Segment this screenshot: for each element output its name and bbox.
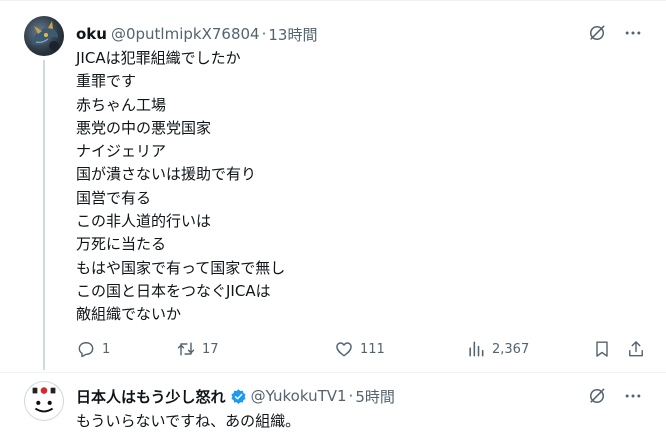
- reply-icon: [78, 342, 94, 358]
- tweet-header: oku @0putlmipkX76804 · 13時間: [76, 24, 317, 44]
- dragon-avatar-image: [32, 21, 59, 51]
- divider: [0, 372, 666, 373]
- tweet-text-line: もういらないですね、あの組織。: [76, 412, 301, 430]
- bookmark-button[interactable]: [592, 337, 612, 361]
- thread-connector: [43, 60, 45, 370]
- user-handle[interactable]: @YukokuTV1: [251, 387, 347, 405]
- view-count: 2,367: [492, 341, 530, 357]
- tweet-top-actions: [586, 22, 644, 44]
- tweet-text-line: 敵組織でないか: [76, 305, 182, 324]
- timestamp[interactable]: 5時間: [355, 386, 395, 407]
- tweet-text-line: 万死に当たる: [76, 235, 167, 254]
- grok-icon[interactable]: [586, 22, 608, 44]
- tweet-top-actions: [586, 385, 644, 407]
- tweet-action-bar: 1 17 111 2,367: [76, 337, 646, 361]
- reply-thread: oku @0putlmipkX76804 · 13時間 JICAは犯罪組織でした…: [0, 0, 666, 444]
- retweet-button[interactable]: 17: [176, 337, 219, 361]
- reply-count: 1: [102, 341, 111, 357]
- display-name[interactable]: 日本人はもう少し怒れ: [76, 386, 226, 407]
- avatar[interactable]: [24, 381, 64, 421]
- user-handle[interactable]: @0putlmipkX76804: [111, 25, 260, 43]
- tweet-text-line: この非人道的行いは: [76, 212, 212, 231]
- avatar[interactable]: [24, 16, 64, 56]
- grok-icon[interactable]: [586, 385, 608, 407]
- like-button[interactable]: 111: [334, 337, 385, 361]
- views-button[interactable]: 2,367: [466, 337, 529, 361]
- reply-button[interactable]: 1: [76, 337, 110, 361]
- views-icon: [469, 341, 484, 357]
- tweet-text: もういらないですね、あの組織。: [76, 410, 300, 433]
- tweet-text-line: もはや国家で有って国家で無し: [76, 258, 286, 277]
- display-name[interactable]: oku: [76, 25, 107, 43]
- retweet-count: 17: [202, 341, 219, 357]
- separator-dot: ·: [348, 387, 354, 405]
- timestamp[interactable]: 13時間: [268, 24, 317, 45]
- tweet-text-line: ナイジェリア: [76, 142, 167, 161]
- tweet-text-line: この国と日本をつなぐJICAは: [76, 281, 271, 300]
- more-icon[interactable]: [622, 22, 644, 44]
- separator-dot: ·: [261, 25, 267, 43]
- like-icon: [336, 342, 352, 357]
- bookmark-icon: [596, 341, 608, 357]
- face-avatar-image: [30, 386, 58, 413]
- tweet-text-line: 国が潰さないは援助で有り: [76, 165, 257, 184]
- tweet-text: JICAは犯罪組織でしたか 重罪です 赤ちゃん工場 悪党の中の悪党国家 ナイジェ…: [76, 47, 285, 327]
- tweet-text-line: 国営で有る: [76, 188, 152, 207]
- tweet-text-line: 悪党の中の悪党国家: [76, 118, 212, 137]
- tweet-text-line: 重罪です: [76, 72, 137, 91]
- share-button[interactable]: [626, 337, 646, 361]
- divider: [0, 0, 666, 1]
- retweet-icon: [177, 342, 195, 356]
- tweet-text-line: JICAは犯罪組織でしたか: [76, 49, 241, 67]
- tweet-header: 日本人はもう少し怒れ @YukokuTV1 · 5時間: [76, 386, 395, 406]
- share-icon: [629, 341, 643, 357]
- like-count: 111: [360, 341, 385, 357]
- verified-badge-icon: [230, 388, 246, 404]
- tweet-text-line: 赤ちゃん工場: [76, 95, 167, 114]
- more-icon[interactable]: [622, 385, 644, 407]
